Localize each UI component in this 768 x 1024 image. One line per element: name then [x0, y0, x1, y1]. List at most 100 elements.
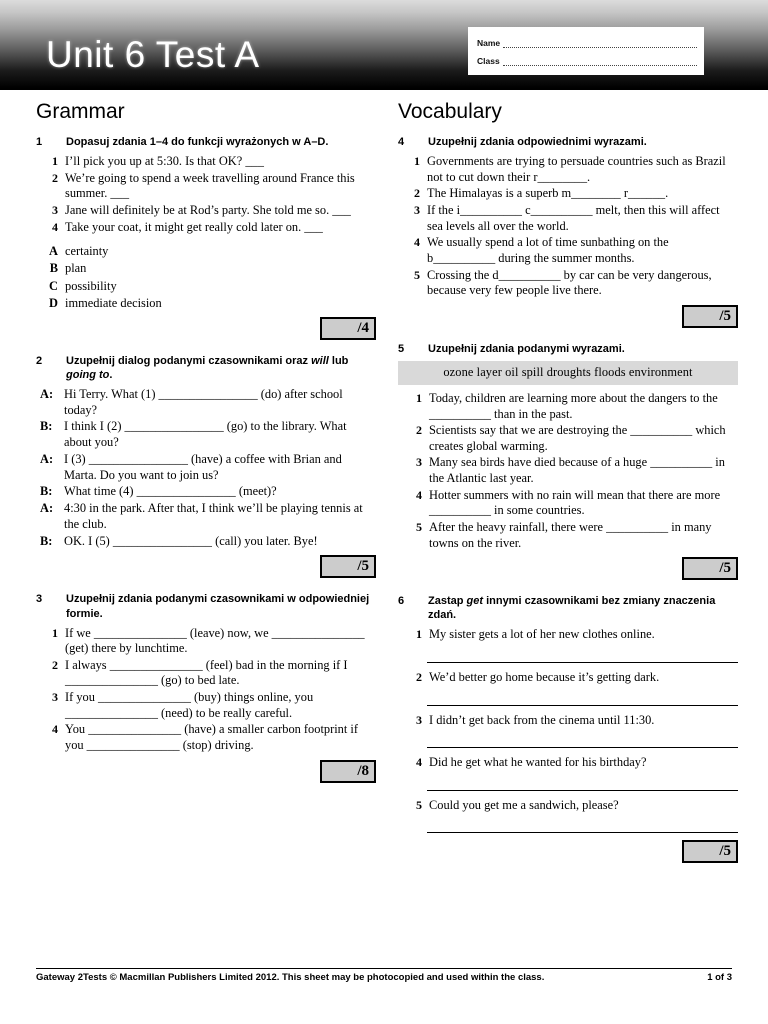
item-text[interactable]: Governments are trying to persuade count… — [427, 154, 738, 185]
item-number: 3 — [414, 203, 420, 218]
option-text: plan — [65, 261, 87, 276]
dialogue-text[interactable]: What time (4) ________________ (meet)? — [64, 484, 376, 500]
answer-line[interactable] — [427, 773, 738, 791]
item-text[interactable]: We’re going to spend a week travelling a… — [65, 171, 376, 202]
answer-line[interactable] — [427, 815, 738, 834]
item-text[interactable]: Take your coat, it might get really cold… — [65, 220, 376, 236]
exercise-1-score-wrap: /4 — [36, 316, 376, 340]
page-footer: Gateway 2Tests © Macmillan Publishers Li… — [36, 972, 732, 983]
list-item: 3 If the i__________ c__________ melt, t… — [398, 203, 738, 234]
exercise-4-items: 1 Governments are trying to persuade cou… — [398, 154, 738, 299]
option-text: certainty — [65, 244, 109, 259]
dialogue-line: B: I think I (2) ________________ (go) t… — [36, 419, 376, 451]
item-text[interactable]: Many sea birds have died because of a hu… — [429, 455, 738, 486]
item-text[interactable]: Today, children are learning more about … — [429, 391, 738, 422]
item-text[interactable]: You _______________ (have) a smaller car… — [65, 722, 376, 753]
exercise-3-score-wrap: /8 — [36, 759, 376, 783]
instruction-part: lub — [328, 354, 349, 367]
item-number: 4 — [52, 722, 58, 737]
item-number: 4 — [416, 755, 422, 770]
option-row: B plan — [36, 260, 376, 276]
speaker-label: B: — [40, 484, 53, 499]
class-field-row[interactable]: Class — [477, 56, 697, 66]
dialogue-text[interactable]: Hi Terry. What (1) ________________ (do)… — [64, 387, 376, 419]
class-label: Class — [477, 56, 500, 66]
copyright-text: Gateway 2Tests © Macmillan Publishers Li… — [36, 972, 545, 983]
list-item: 5 After the heavy rainfall, there were _… — [398, 520, 738, 551]
list-item: 2 Scientists say that we are destroying … — [398, 423, 738, 454]
option-row: D immediate decision — [36, 295, 376, 311]
dialogue-text[interactable]: 4:30 in the park. After that, I think we… — [64, 501, 376, 533]
item-text[interactable]: I always _______________ (feel) bad in t… — [65, 658, 376, 689]
list-item: 3 If you _______________ (buy) things on… — [36, 690, 376, 721]
exercise-3-number: 3 — [36, 593, 43, 606]
word-bank: ozone layer oil spill droughts floods en… — [398, 360, 738, 385]
item-text[interactable]: Hotter summers with no rain will mean th… — [429, 488, 738, 519]
exercise-6-heading: 6 Zastap get innymi czasownikami bez zmi… — [398, 594, 738, 622]
score-box[interactable]: /5 — [682, 304, 738, 328]
list-item: 5 Could you get me a sandwich, please? — [398, 798, 738, 814]
answer-line[interactable] — [427, 688, 738, 706]
instruction-part: Uzupełnij dialog podanymi czasownikami o… — [66, 354, 312, 367]
item-text[interactable]: Jane will definitely be at Rod’s party. … — [65, 203, 376, 219]
item-number: 4 — [52, 219, 58, 234]
exercise-2-score-wrap: /5 — [36, 555, 376, 579]
list-item: 2 We’re going to spend a week travelling… — [36, 171, 376, 202]
item-text[interactable]: Scientists say that we are destroying th… — [429, 423, 738, 454]
item-number: 3 — [416, 712, 422, 727]
item-number: 4 — [414, 235, 420, 250]
option-row: C possibility — [36, 278, 376, 294]
item-text[interactable]: We usually spend a lot of time sunbathin… — [427, 235, 738, 266]
item-number: 4 — [416, 487, 422, 502]
vocabulary-column: Vocabulary 4 Uzupełnij zdania odpowiedni… — [398, 92, 738, 877]
list-item: 4 We usually spend a lot of time sunbath… — [398, 235, 738, 266]
score-box[interactable]: /5 — [682, 557, 738, 581]
dialogue-text[interactable]: I think I (2) ________________ (go) to t… — [64, 419, 376, 451]
list-item: 4 You _______________ (have) a smaller c… — [36, 722, 376, 753]
dialogue-line: A: I (3) ________________ (have) a coffe… — [36, 452, 376, 484]
instruction-part: . — [109, 368, 113, 381]
exercise-6-score-wrap: /5 — [398, 840, 738, 864]
option-letter: C — [49, 278, 58, 293]
item-number: 2 — [52, 170, 58, 185]
name-field-row[interactable]: Name — [477, 38, 697, 48]
item-text[interactable]: If you _______________ (buy) things onli… — [65, 690, 376, 721]
item-number: 1 — [414, 154, 420, 169]
answer-line[interactable] — [427, 645, 738, 663]
item-text: My sister gets a lot of her new clothes … — [429, 627, 655, 642]
score-box[interactable]: /4 — [320, 316, 376, 340]
class-dotted-line[interactable] — [502, 57, 697, 66]
exercise-1-options: A certainty B plan C possibility D immed… — [36, 243, 376, 311]
answer-line[interactable] — [427, 730, 738, 749]
item-text[interactable]: Crossing the d__________ by car can be v… — [427, 268, 738, 299]
item-text[interactable]: The Himalayas is a superb m________ r___… — [427, 186, 738, 202]
exercise-1-items: 1 I’ll pick you up at 5:30. Is that OK? … — [36, 154, 376, 235]
item-text: I didn’t get back from the cinema until … — [429, 712, 655, 727]
list-item: 5 Crossing the d__________ by car can be… — [398, 268, 738, 299]
list-item: 1 Today, children are learning more abou… — [398, 391, 738, 422]
score-box[interactable]: /5 — [682, 840, 738, 864]
item-number: 3 — [52, 690, 58, 705]
score-box[interactable]: /8 — [320, 759, 376, 783]
exercise-6-items: 1 My sister gets a lot of her new clothe… — [398, 627, 738, 834]
dialogue-text[interactable]: OK. I (5) ________________ (call) you la… — [64, 534, 376, 550]
item-number: 2 — [416, 669, 422, 684]
exercise-4-number: 4 — [398, 136, 405, 149]
item-number: 2 — [52, 657, 58, 672]
exercise-4: 4 Uzupełnij zdania odpowiednimi wyrazami… — [398, 135, 738, 328]
speaker-label: A: — [40, 386, 54, 401]
exercise-3-instruction: Uzupełnij zdania podanymi czasownikami w… — [66, 593, 370, 620]
name-dotted-line[interactable] — [503, 39, 697, 48]
option-letter: A — [49, 244, 58, 259]
item-text[interactable]: If the i__________ c__________ melt, the… — [427, 203, 738, 234]
option-row: A certainty — [36, 243, 376, 259]
dialogue-text[interactable]: I (3) ________________ (have) a coffee w… — [64, 452, 376, 484]
item-text[interactable]: If we _______________ (leave) now, we __… — [65, 626, 376, 657]
exercise-6-number: 6 — [398, 595, 405, 608]
list-item: 2 We’d better go home because it’s getti… — [398, 670, 738, 686]
item-text[interactable]: I’ll pick you up at 5:30. Is that OK? __… — [65, 154, 376, 170]
item-text[interactable]: After the heavy rainfall, there were ___… — [429, 520, 738, 551]
score-box[interactable]: /5 — [320, 555, 376, 579]
exercise-5-score-wrap: /5 — [398, 557, 738, 581]
exercise-3-items: 1 If we _______________ (leave) now, we … — [36, 626, 376, 754]
